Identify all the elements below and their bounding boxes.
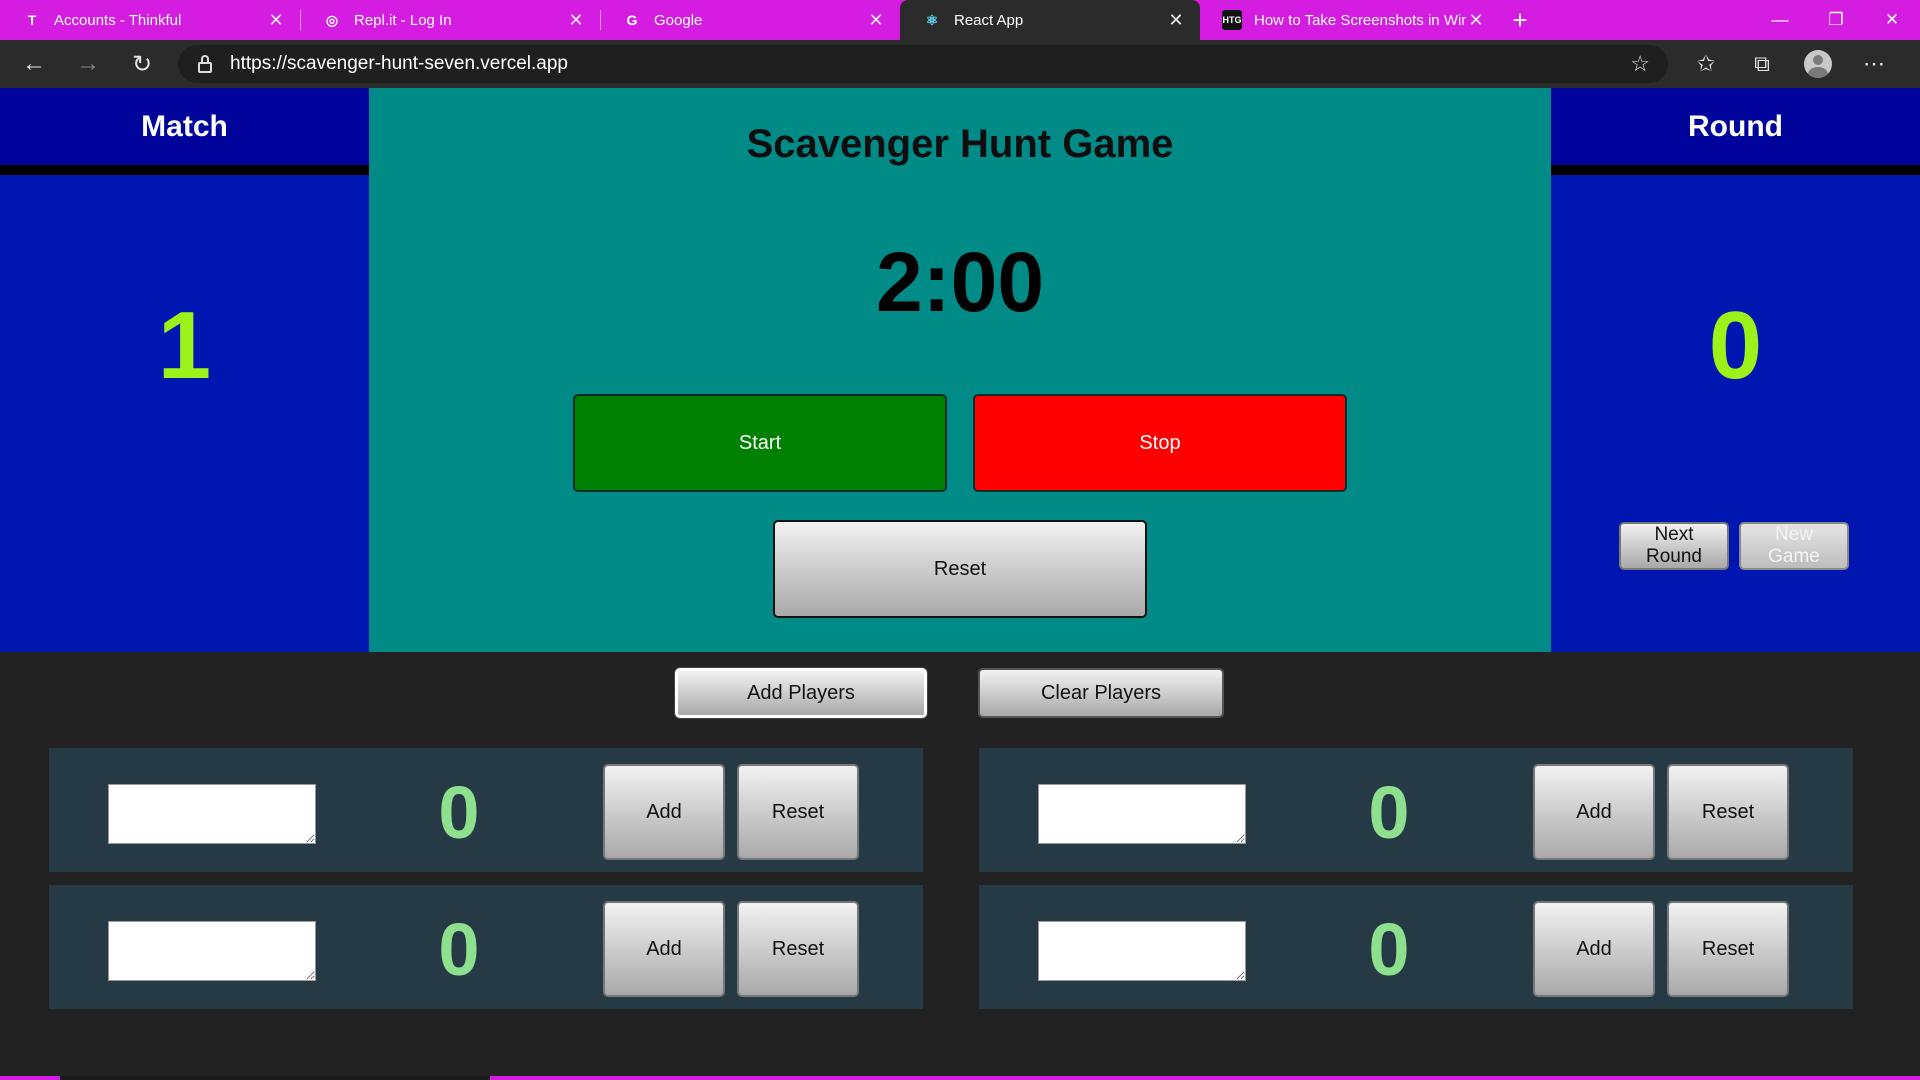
browser-toolbar: ← → ↻ https://scavenger-hunt-seven.verce… xyxy=(0,40,1920,88)
close-icon[interactable]: ✕ xyxy=(866,10,886,31)
url-text[interactable]: https://scavenger-hunt-seven.vercel.app xyxy=(230,53,1630,75)
reset-score-button[interactable]: Reset xyxy=(737,764,859,860)
player-card: 0 Add Reset xyxy=(979,748,1853,872)
minimize-icon[interactable]: — xyxy=(1752,0,1808,40)
reset-timer-button[interactable]: Reset xyxy=(773,520,1147,618)
tab-react-app[interactable]: ⚛ React App ✕ xyxy=(900,0,1200,40)
react-icon: ⚛ xyxy=(925,11,939,28)
favorites-icon[interactable]: ✩ xyxy=(1678,44,1734,84)
match-panel: Match 1 xyxy=(0,88,369,652)
player-score: 0 xyxy=(438,771,480,854)
google-icon: G xyxy=(626,12,638,28)
scrollbar-thumb[interactable] xyxy=(60,1076,490,1080)
add-players-button[interactable]: Add Players xyxy=(675,668,927,718)
player-name-input[interactable] xyxy=(108,784,316,844)
new-game-button[interactable]: New Game xyxy=(1739,522,1849,570)
round-count: 0 xyxy=(1708,292,1763,399)
round-header: Round xyxy=(1551,88,1920,175)
add-point-button[interactable]: Add xyxy=(603,764,725,860)
tab-title: Accounts - Thinkful xyxy=(54,11,182,29)
reset-score-button[interactable]: Reset xyxy=(737,901,859,997)
back-icon[interactable]: ← xyxy=(14,44,54,84)
game-panel: Scavenger Hunt Game 2:00 Start Stop Rese… xyxy=(369,88,1551,652)
collections-icon[interactable]: ⧉ xyxy=(1734,44,1790,84)
player-card: 0 Add Reset xyxy=(979,885,1853,1009)
htg-icon: HTG xyxy=(1222,10,1242,30)
player-score: 0 xyxy=(438,908,480,991)
match-count: 1 xyxy=(157,292,212,399)
clear-players-button[interactable]: Clear Players xyxy=(978,668,1224,718)
close-icon[interactable]: ✕ xyxy=(566,10,586,31)
lock-icon xyxy=(196,55,214,73)
tab-accounts-thinkful[interactable]: T Accounts - Thinkful ✕ xyxy=(0,0,300,40)
start-button[interactable]: Start xyxy=(573,394,947,492)
player-name-input[interactable] xyxy=(108,921,316,981)
tab-replit-login[interactable]: ◎ Repl.it - Log In ✕ xyxy=(300,0,600,40)
game-title: Scavenger Hunt Game xyxy=(746,122,1174,166)
reset-score-button[interactable]: Reset xyxy=(1667,901,1789,997)
stop-button[interactable]: Stop xyxy=(973,394,1347,492)
player-score: 0 xyxy=(1368,908,1410,991)
profile-button[interactable] xyxy=(1790,44,1846,84)
browser-tab-strip: T Accounts - Thinkful ✕ ◎ Repl.it - Log … xyxy=(0,0,1920,40)
avatar xyxy=(1804,50,1832,78)
close-icon[interactable]: ✕ xyxy=(1166,10,1186,31)
tab-title: Repl.it - Log In xyxy=(354,11,452,29)
next-round-button[interactable]: Next Round xyxy=(1619,522,1729,570)
replit-icon: ◎ xyxy=(325,11,339,28)
close-icon[interactable]: ✕ xyxy=(266,10,286,31)
restore-icon[interactable]: ❐ xyxy=(1808,0,1864,40)
player-score: 0 xyxy=(1368,771,1410,854)
tab-how-to-take-screenshots[interactable]: HTG How to Take Screenshots in Win ✕ xyxy=(1200,0,1500,40)
refresh-icon[interactable]: ↻ xyxy=(122,44,162,84)
address-bar[interactable]: https://scavenger-hunt-seven.vercel.app … xyxy=(178,45,1668,83)
forward-icon[interactable]: → xyxy=(68,44,108,84)
add-point-button[interactable]: Add xyxy=(1533,901,1655,997)
thinkful-icon: T xyxy=(27,12,37,28)
player-card: 0 Add Reset xyxy=(49,885,923,1009)
tab-google[interactable]: G Google ✕ xyxy=(600,0,900,40)
tab-title: Google xyxy=(654,11,703,29)
close-icon[interactable]: ✕ xyxy=(1466,10,1486,31)
player-name-input[interactable] xyxy=(1038,784,1246,844)
timer-display: 2:00 xyxy=(875,235,1045,329)
new-tab-button[interactable]: + xyxy=(1500,0,1540,40)
window-controls: — ❐ ✕ xyxy=(1752,0,1920,40)
add-point-button[interactable]: Add xyxy=(1533,764,1655,860)
horizontal-scrollbar[interactable] xyxy=(0,1076,1920,1080)
scavenger-hunt-app: Match 1 Scavenger Hunt Game 2:00 Start S… xyxy=(0,88,1920,1080)
toolbar-actions: ✩ ⧉ ⋯ xyxy=(1678,44,1902,84)
player-card: 0 Add Reset xyxy=(49,748,923,872)
favorite-star-icon[interactable]: ☆ xyxy=(1630,51,1650,77)
more-icon[interactable]: ⋯ xyxy=(1846,44,1902,84)
match-header: Match xyxy=(0,88,369,175)
add-point-button[interactable]: Add xyxy=(603,901,725,997)
reset-score-button[interactable]: Reset xyxy=(1667,764,1789,860)
close-window-icon[interactable]: ✕ xyxy=(1864,0,1920,40)
round-panel: Round 0 Next Round New Game xyxy=(1551,88,1920,652)
player-name-input[interactable] xyxy=(1038,921,1246,981)
tab-title: React App xyxy=(954,11,1024,29)
tab-title: How to Take Screenshots in Win xyxy=(1254,11,1466,29)
